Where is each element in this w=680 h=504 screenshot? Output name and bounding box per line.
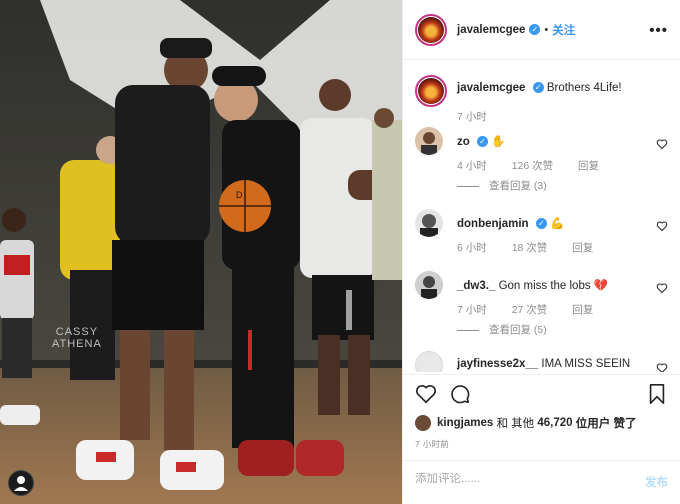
likes-count[interactable]: 46,720 (537, 417, 572, 429)
author-username[interactable]: javalemcgee (457, 24, 525, 36)
add-comment-section: 发布 (403, 460, 680, 504)
likes-and-others: 和 其他 (496, 418, 535, 430)
commenter-avatar[interactable] (415, 209, 443, 237)
heart-icon[interactable] (415, 383, 437, 405)
comment-body: Gon miss the lobs (498, 280, 591, 292)
verified-badge-icon: ✓ (535, 218, 547, 230)
verified-badge-icon: ✓ (532, 82, 544, 94)
comment-text: _dw3._ Gon miss the lobs 💔 (457, 278, 608, 292)
post-sidebar: javalemcgee ✓ • 关注 ••• javalemcgee ✓ Bro… (402, 0, 680, 504)
post-timestamp: 7 小时前 (415, 439, 450, 449)
like-comment-heart-icon[interactable] (656, 362, 668, 372)
basketball-players-photo: D (0, 0, 402, 504)
caption-username[interactable]: javalemcgee (457, 82, 525, 94)
comment-input[interactable] (415, 473, 625, 485)
reply-button[interactable]: 回复 (572, 242, 593, 254)
watermark-line-2: ATHENA (52, 338, 102, 350)
flexed-biceps-emoji-icon: 💪 (549, 218, 565, 230)
comment-time: 4 小时 (457, 160, 487, 172)
caption: javalemcgee ✓ Brothers 4Life! 7 小时 (415, 75, 668, 131)
instagram-post: D CASSY ATHENA javalemcgee ✓ • 关注 ••• ja… (0, 0, 680, 504)
post-actions: kingjames 和 其他 46,720 位用户 赞了 7 小时前 (403, 374, 680, 470)
replies-line (457, 185, 479, 187)
likes-suffix: 位用户 赞了 (575, 418, 637, 430)
comment-meta: 7 小时 27 次赞 回复 (457, 302, 615, 317)
caption-body: Brothers 4Life! (546, 82, 622, 94)
comment-likes[interactable]: 18 次赞 (512, 242, 548, 254)
comment-likes[interactable]: 27 次赞 (512, 304, 548, 316)
action-bar (415, 383, 668, 407)
view-replies-label[interactable]: 查看回复 (5) (489, 324, 547, 336)
view-replies-button[interactable]: 查看回复 (3) (457, 178, 547, 193)
view-replies-label[interactable]: 查看回复 (3) (489, 180, 547, 192)
comment-username[interactable]: jayfinesse2x__ (457, 358, 538, 370)
hand-emoji-icon: ✋ (491, 136, 506, 148)
reply-button[interactable]: 回复 (578, 160, 599, 172)
author-avatar[interactable] (415, 13, 447, 46)
caption-text: javalemcgee ✓ Brothers 4Life! (457, 82, 622, 94)
comment-username[interactable]: donbenjamin (457, 218, 529, 230)
comment-item: jayfinesse2x__ IMA MISS SEEIN (415, 351, 668, 372)
like-comment-heart-icon[interactable] (656, 138, 668, 150)
commenter-avatar[interactable] (415, 271, 443, 299)
comments-list[interactable]: javalemcgee ✓ Brothers 4Life! 7 小时 zo ✓ … (403, 61, 680, 372)
likes-summary[interactable]: kingjames 和 其他 46,720 位用户 赞了 (415, 415, 636, 431)
commenter-avatar[interactable] (415, 351, 443, 372)
comment-username[interactable]: _dw3._ (457, 280, 495, 292)
ball-label: D (236, 190, 243, 200)
comment-icon[interactable] (449, 383, 471, 405)
reply-button[interactable]: 回复 (572, 304, 593, 316)
comment-username[interactable]: zo (457, 136, 470, 148)
view-replies-button[interactable]: 查看回复 (5) (457, 322, 547, 337)
comment-item: zo ✓ ✋ 4 小时 126 次赞 回复 查看回复 (3) (415, 127, 668, 192)
watermark-line-1: CASSY (55, 326, 99, 338)
post-photo[interactable]: D CASSY ATHENA (0, 0, 402, 504)
more-options-icon[interactable]: ••• (649, 22, 668, 39)
caption-avatar[interactable] (415, 75, 447, 107)
comment-item: _dw3._ Gon miss the lobs 💔 7 小时 27 次赞 回复… (415, 271, 668, 337)
comment-meta: 4 小时 126 次赞 回复 (457, 158, 621, 173)
follow-button[interactable]: 关注 (552, 22, 575, 38)
comment-text: donbenjamin ✓ 💪 (457, 216, 564, 230)
caption-meta: 7 小时 (457, 109, 509, 124)
comment-body: IMA MISS SEEIN (541, 358, 631, 370)
separator-dot: • (544, 23, 549, 36)
post-header: javalemcgee ✓ • 关注 ••• (403, 0, 680, 60)
broken-heart-emoji-icon: 💔 (593, 280, 609, 292)
comment-item: donbenjamin ✓ 💪 6 小时 18 次赞 回复 (415, 209, 668, 259)
tagged-user-icon[interactable] (8, 470, 34, 496)
photo-watermark: CASSY ATHENA (52, 326, 102, 350)
comment-text: jayfinesse2x__ IMA MISS SEEIN (457, 358, 630, 370)
caption-time: 7 小时 (457, 111, 487, 123)
comment-text: zo ✓ ✋ (457, 134, 506, 148)
verified-badge-icon: ✓ (476, 136, 488, 148)
post-comment-button[interactable]: 发布 (645, 474, 668, 490)
commenter-avatar[interactable] (415, 127, 443, 155)
comment-time: 7 小时 (457, 304, 487, 316)
comment-time: 6 小时 (457, 242, 487, 254)
verified-badge-icon: ✓ (529, 24, 541, 35)
like-comment-heart-icon[interactable] (656, 282, 668, 294)
like-comment-heart-icon[interactable] (656, 220, 668, 232)
replies-line (457, 329, 479, 331)
comment-likes[interactable]: 126 次赞 (512, 160, 553, 172)
comment-meta: 6 小时 18 次赞 回复 (457, 240, 615, 255)
liker-avatar[interactable] (415, 415, 431, 431)
bookmark-icon[interactable] (646, 383, 668, 405)
liker-username[interactable]: kingjames (437, 417, 493, 429)
